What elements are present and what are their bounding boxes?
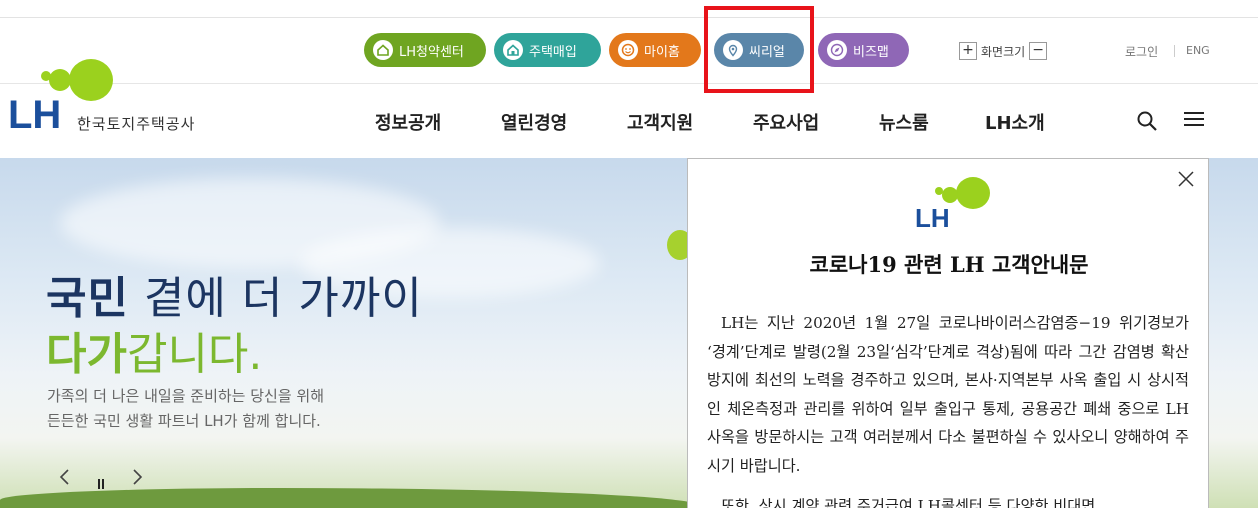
highlight-box (704, 6, 814, 93)
myhome-button[interactable]: 마이홈 (609, 33, 701, 67)
popup-body: LH는 지난 2020년 1월 27일 코로나바이러스감염증−19 위기경보가 … (707, 309, 1189, 508)
smile-icon (618, 40, 638, 60)
hamburger-menu-icon[interactable] (1184, 112, 1204, 128)
font-size-increase-button[interactable]: + (959, 42, 977, 60)
hero-headline-bold: 국민 (46, 273, 129, 324)
gnb-info-disclosure[interactable]: 정보공개 (375, 109, 441, 135)
close-icon[interactable] (1177, 170, 1195, 188)
svg-text:LH: LH (915, 203, 950, 231)
font-size-decrease-button[interactable]: − (1029, 42, 1048, 60)
housing-purchase-button[interactable]: 주택매입 (494, 33, 601, 67)
next-slide-icon[interactable] (132, 468, 144, 486)
button-label: 마이홈 (644, 44, 680, 60)
english-link[interactable]: ENG (1186, 44, 1210, 57)
font-size-control: + 화면크기 − (959, 42, 1048, 60)
house-outline-icon (503, 40, 523, 60)
gnb-open-management[interactable]: 열린경영 (501, 109, 567, 135)
login-link[interactable]: 로그인 (1125, 43, 1158, 60)
hero-headline-light: 갑니다. (126, 329, 263, 380)
prev-slide-icon[interactable] (58, 468, 70, 486)
logo-text: 한국토지주택공사 (77, 115, 196, 133)
lh-subscription-center-button[interactable]: LH청약센터 (364, 33, 486, 67)
hero-headline-light: 곁에 더 가까이 (128, 273, 423, 324)
gnb-newsroom[interactable]: 뉴스룸 (879, 109, 929, 135)
hero-headline-line1: 국민 곁에 더 가까이 (46, 262, 423, 326)
popup-paragraph: 또한, 상시 계약 관련 주거급여 LH콜센터 등 다양한 비대면 (721, 497, 1096, 508)
hero-headline-bold: 다가 (46, 329, 127, 380)
grass-decoration (0, 488, 700, 508)
font-size-label: 화면크기 (981, 44, 1026, 59)
hero-headline-line2: 다가갑니다. (46, 318, 262, 382)
popup-paragraph: LH는 지난 2020년 1월 27일 코로나바이러스감염증−19 위기경보가 … (707, 314, 1189, 475)
search-icon[interactable] (1136, 110, 1158, 132)
svg-text:LH: LH (8, 93, 61, 137)
house-icon (373, 40, 393, 60)
lh-logo: LH (915, 177, 990, 231)
hero-description-line2: 든든한 국민 생활 파트너 LH가 함께 합니다. (47, 412, 321, 430)
gnb-about-lh[interactable]: LH소개 (985, 109, 1045, 135)
gnb-customer-support[interactable]: 고객지원 (627, 109, 693, 135)
button-label: 비즈맵 (853, 44, 889, 60)
divider (1174, 45, 1175, 57)
pause-icon[interactable] (98, 474, 106, 489)
popup-title: 코로나19 관련 LH 고객안내문 (809, 252, 1089, 277)
bizmap-button[interactable]: 비즈맵 (818, 33, 909, 67)
covid-notice-popup: LH 코로나19 관련 LH 고객안내문 LH는 지난 2020년 1월 27일… (687, 158, 1209, 508)
gnb-main-business[interactable]: 주요사업 (753, 109, 819, 135)
hero-description-line1: 가족의 더 나은 내일을 준비하는 당신을 위해 (47, 387, 325, 405)
button-label: LH청약센터 (399, 44, 464, 60)
button-label: 주택매입 (529, 44, 577, 60)
compass-icon (827, 40, 847, 60)
